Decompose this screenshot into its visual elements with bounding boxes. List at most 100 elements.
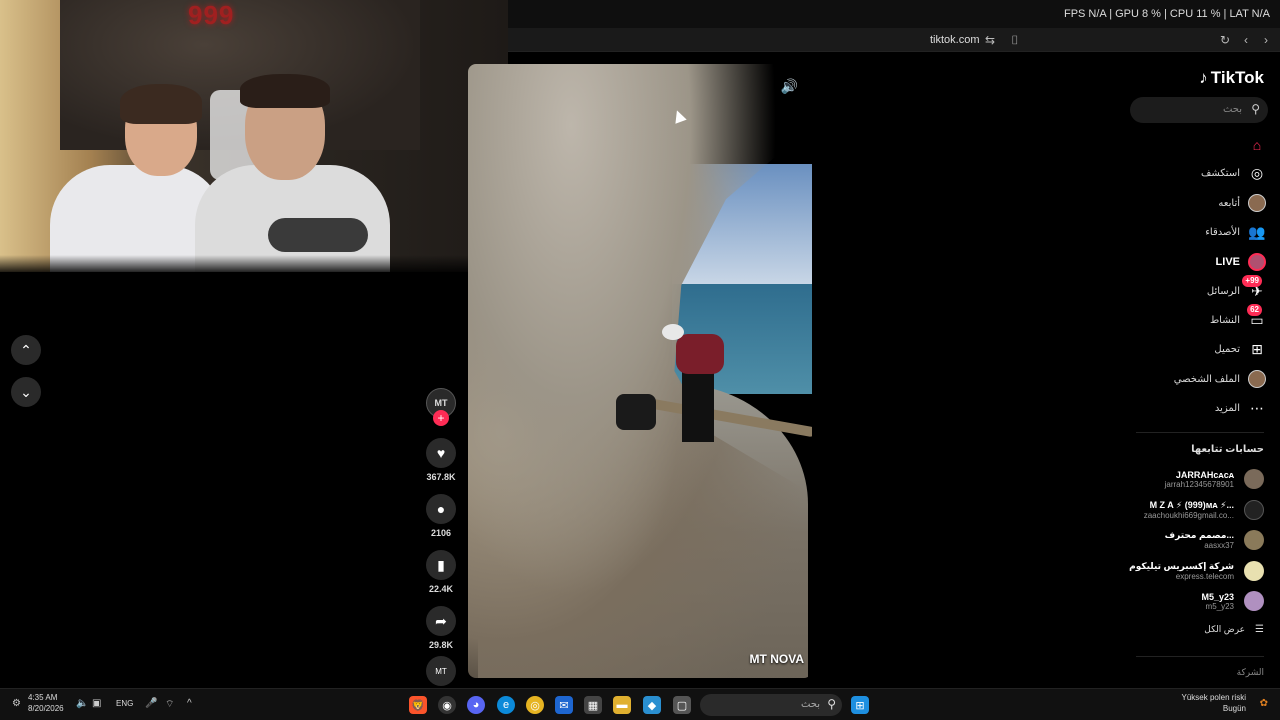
video-player[interactable]: 🔊 MT NOVA <box>468 64 812 678</box>
sidebar-item-friends[interactable]: الأصدقاء 👥 <box>1106 218 1266 247</box>
weather-widget[interactable]: Yüksek polen riski Bugün <box>1182 692 1246 714</box>
account-avatar <box>1244 530 1264 551</box>
sidebar-item-activity[interactable]: النشاط ▭ 62 <box>1106 304 1266 335</box>
heart-icon: ♥ <box>436 445 446 461</box>
site-settings-icon[interactable]: ⇆ <box>983 33 997 47</box>
windows-taskbar: ⚙ 4:35 AM 8/20/2026 🔈 ▣ ENG 🎤 ⌔ ^ 🦁 ◉ ◕ … <box>0 688 1280 720</box>
upload-icon: ⊞ <box>1251 341 1263 358</box>
url-text[interactable]: tiktok.com <box>930 34 980 46</box>
company-link[interactable]: الشركة <box>1237 667 1264 678</box>
activity-icon: ▭ 62 <box>1247 304 1266 329</box>
window-icon[interactable]: ▢ <box>673 696 691 714</box>
bookmark-icon: ▮ <box>437 556 445 573</box>
messages-icon: ✈ +99 <box>1242 275 1266 300</box>
browser-urlbar[interactable]: tiktok.com ⇆ ⌷ ↻ ‹ › <box>508 28 1280 52</box>
video-person <box>662 324 728 464</box>
microphone-icon[interactable]: 🎤 <box>145 698 157 709</box>
webcam-overlay: 999 <box>0 0 508 272</box>
account-avatar <box>1244 560 1264 581</box>
follow-plus-icon[interactable]: + <box>433 410 449 426</box>
more-icon: ⋯ <box>1250 399 1264 416</box>
account-avatar <box>1244 591 1264 612</box>
edge-icon[interactable]: e <box>497 696 515 714</box>
bookmark-icon[interactable]: ⌷ <box>1008 33 1022 47</box>
messages-badge: +99 <box>1242 275 1262 288</box>
language-indicator[interactable]: ENG <box>116 699 133 708</box>
sidebar-item-home[interactable]: ⌂ <box>1106 130 1266 159</box>
mail-icon[interactable]: ✉ <box>555 696 573 714</box>
speaker-icon[interactable]: 🔈 <box>76 698 88 709</box>
list-icon: ☰ <box>1255 624 1264 635</box>
save-button[interactable]: ▮ <box>426 550 456 580</box>
folder-icon[interactable]: ▬ <box>613 696 631 714</box>
tiktok-note-icon: ♪ <box>1199 68 1208 87</box>
chevron-up-icon: ⌃ <box>20 341 32 358</box>
activity-badge: 62 <box>1247 304 1262 317</box>
sidebar-item-profile[interactable]: الملف الشخصي <box>1106 364 1266 393</box>
share-count: 29.8K <box>428 640 454 650</box>
following-avatar <box>1248 194 1266 213</box>
following-account[interactable]: M5_y23 m5_y23 <box>1114 586 1264 617</box>
search-icon[interactable]: ⚲ <box>1251 102 1260 116</box>
video-watermark: MT NOVA <box>749 652 804 666</box>
share-button[interactable]: ➦ <box>426 606 456 636</box>
network-icon[interactable]: ⌔ <box>165 698 174 711</box>
following-account[interactable]: JARRAHᴄᴀᴄᴀ jarrah12345678901 <box>1114 464 1264 495</box>
tiktok-logo[interactable]: ♪ TikTok <box>1199 68 1264 88</box>
reload-icon[interactable]: ↻ <box>1218 33 1232 47</box>
store-icon[interactable]: ▦ <box>584 696 602 714</box>
friends-icon: 👥 <box>1248 224 1266 241</box>
comment-count: 2106 <box>430 528 452 538</box>
windows-start-icon[interactable]: ⊞ <box>851 696 869 714</box>
sound-avatar[interactable]: MT <box>426 656 456 686</box>
see-all-link[interactable]: عرض الكل ☰ <box>1204 624 1264 635</box>
search-input[interactable]: بحث ⚲ <box>1130 97 1268 123</box>
fps-overlay: FPS N/A | GPU 8 % | CPU 11 % | LAT N/A <box>1063 8 1270 20</box>
sidebar-item-explore[interactable]: استكشف ◎ <box>1106 159 1266 188</box>
sidebar-menu: ⌂ استكشف ◎ أتابعه الأصدقاء 👥 LIVE الرسائ… <box>1106 130 1266 423</box>
sidebar-item-messages[interactable]: الرسائل ✈ +99 <box>1106 275 1266 305</box>
share-icon: ➦ <box>435 612 447 629</box>
account-avatar <box>1244 469 1264 490</box>
microphone <box>268 218 368 252</box>
previous-video-button[interactable]: ⌃ <box>11 335 41 365</box>
comment-button[interactable]: ● <box>426 494 456 524</box>
app-icon[interactable]: ◉ <box>438 696 456 714</box>
account-avatar <box>1244 499 1264 520</box>
following-account[interactable]: شركة إكسبريس تيليكوم express.telecom <box>1114 556 1264 587</box>
display-icon[interactable]: ▣ <box>92 698 101 709</box>
sidebar-item-live[interactable]: LIVE <box>1106 247 1266 276</box>
compass-icon: ◎ <box>1250 165 1264 182</box>
sidebar-item-following[interactable]: أتابعه <box>1106 189 1266 218</box>
search-icon: ⚲ <box>827 697 836 711</box>
following-account[interactable]: مصمم محترف... aasxx37 <box>1114 525 1264 556</box>
brave-browser-icon[interactable]: 🦁 <box>409 696 427 714</box>
settings-icon[interactable]: ⚙ <box>12 698 21 709</box>
following-account[interactable]: M Z A ⚡ (999)ᴍᴀ ⚡... zaachoukhi669gmail.c… <box>1114 495 1264 526</box>
pollen-icon[interactable]: ✿ <box>1260 698 1268 709</box>
like-button[interactable]: ♥ <box>426 438 456 468</box>
volume-icon[interactable]: 🔊 <box>781 78 798 95</box>
back-icon[interactable]: ‹ <box>1239 33 1253 47</box>
taskbar-search[interactable]: بحث ⚲ <box>700 694 842 716</box>
sidebar-divider <box>1136 656 1264 657</box>
tray-chevron-icon[interactable]: ^ <box>187 698 192 709</box>
chrome-icon[interactable]: ◎ <box>526 696 544 714</box>
sidebar-divider <box>1136 432 1264 433</box>
next-video-button[interactable]: ⌄ <box>11 377 41 407</box>
app2-icon[interactable]: ◆ <box>643 696 661 714</box>
chevron-down-icon: ⌄ <box>20 383 32 400</box>
live-avatar <box>1248 252 1266 271</box>
sidebar-item-upload[interactable]: تحميل ⊞ <box>1106 335 1266 364</box>
neon-sign: 999 <box>188 0 235 30</box>
save-count: 22.4K <box>428 584 454 594</box>
streamer-left <box>40 84 225 272</box>
action-rail: MT + ♥ 367.8K ● 2106 ▮ 22.4K ➦ 29.8K MT <box>424 388 458 686</box>
like-count: 367.8K <box>426 472 456 482</box>
system-clock[interactable]: 4:35 AM 8/20/2026 <box>28 692 64 714</box>
sidebar-item-more[interactable]: المزيد ⋯ <box>1106 394 1266 423</box>
forward-icon[interactable]: › <box>1259 33 1273 47</box>
comment-icon: ● <box>436 501 446 517</box>
discord-icon[interactable]: ◕ <box>467 696 485 714</box>
browser-titlebar: FPS N/A | GPU 8 % | CPU 11 % | LAT N/A <box>508 0 1280 28</box>
